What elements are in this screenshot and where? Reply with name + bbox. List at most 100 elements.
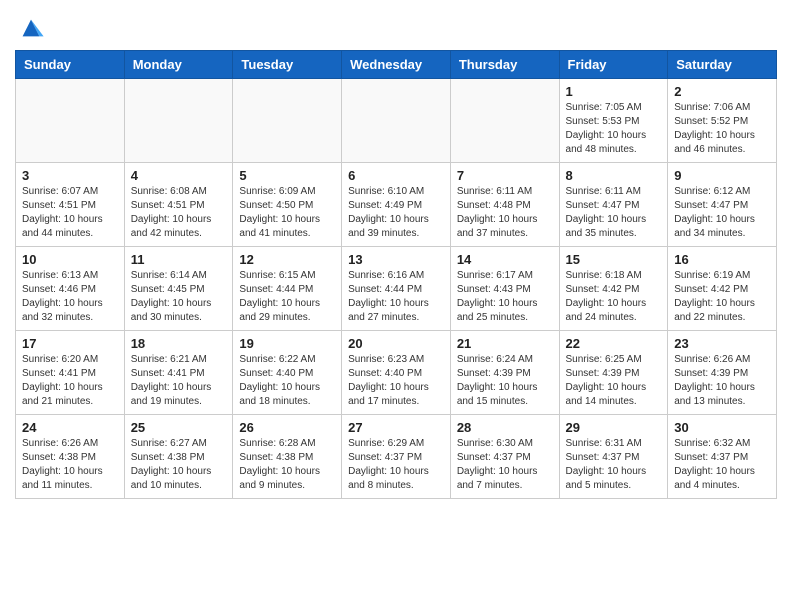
day-number: 3 xyxy=(22,168,118,183)
day-info: Sunrise: 6:08 AM Sunset: 4:51 PM Dayligh… xyxy=(131,185,227,241)
day-number: 26 xyxy=(239,420,335,435)
calendar-cell xyxy=(233,79,342,163)
day-info: Sunrise: 7:05 AM Sunset: 5:53 PM Dayligh… xyxy=(566,101,662,157)
day-number: 20 xyxy=(348,336,444,351)
calendar-cell: 27 Sunrise: 6:29 AM Sunset: 4:37 PM Dayli… xyxy=(342,415,451,499)
day-number: 28 xyxy=(457,420,553,435)
day-info: Sunrise: 6:22 AM Sunset: 4:40 PM Dayligh… xyxy=(239,353,335,409)
day-info: Sunrise: 6:10 AM Sunset: 4:49 PM Dayligh… xyxy=(348,185,444,241)
weekday-header-monday: Monday xyxy=(124,51,233,79)
calendar-cell xyxy=(16,79,125,163)
weekday-header-row: SundayMondayTuesdayWednesdayThursdayFrid… xyxy=(16,51,777,79)
calendar-cell: 11 Sunrise: 6:14 AM Sunset: 4:45 PM Dayli… xyxy=(124,247,233,331)
calendar-cell: 6 Sunrise: 6:10 AM Sunset: 4:49 PM Daylig… xyxy=(342,163,451,247)
calendar-cell: 20 Sunrise: 6:23 AM Sunset: 4:40 PM Dayli… xyxy=(342,331,451,415)
day-number: 7 xyxy=(457,168,553,183)
calendar-cell: 12 Sunrise: 6:15 AM Sunset: 4:44 PM Dayli… xyxy=(233,247,342,331)
day-info: Sunrise: 6:09 AM Sunset: 4:50 PM Dayligh… xyxy=(239,185,335,241)
day-info: Sunrise: 6:20 AM Sunset: 4:41 PM Dayligh… xyxy=(22,353,118,409)
calendar: SundayMondayTuesdayWednesdayThursdayFrid… xyxy=(15,50,777,499)
day-number: 17 xyxy=(22,336,118,351)
calendar-cell: 19 Sunrise: 6:22 AM Sunset: 4:40 PM Dayli… xyxy=(233,331,342,415)
logo xyxy=(15,14,45,42)
calendar-cell: 2Sunrise: 7:06 AM Sunset: 5:52 PM Daylig… xyxy=(668,79,777,163)
calendar-cell xyxy=(450,79,559,163)
logo-icon xyxy=(17,14,45,42)
day-number: 30 xyxy=(674,420,770,435)
day-info: Sunrise: 6:07 AM Sunset: 4:51 PM Dayligh… xyxy=(22,185,118,241)
day-number: 2 xyxy=(674,84,770,99)
day-info: Sunrise: 6:12 AM Sunset: 4:47 PM Dayligh… xyxy=(674,185,770,241)
calendar-week-5: 24Sunrise: 6:26 AM Sunset: 4:38 PM Dayli… xyxy=(16,415,777,499)
calendar-cell: 8Sunrise: 6:11 AM Sunset: 4:47 PM Daylig… xyxy=(559,163,668,247)
day-number: 15 xyxy=(566,252,662,267)
day-number: 23 xyxy=(674,336,770,351)
day-info: Sunrise: 6:28 AM Sunset: 4:38 PM Dayligh… xyxy=(239,437,335,493)
weekday-header-friday: Friday xyxy=(559,51,668,79)
day-info: Sunrise: 6:14 AM Sunset: 4:45 PM Dayligh… xyxy=(131,269,227,325)
calendar-cell: 13 Sunrise: 6:16 AM Sunset: 4:44 PM Dayli… xyxy=(342,247,451,331)
calendar-week-4: 17 Sunrise: 6:20 AM Sunset: 4:41 PM Dayli… xyxy=(16,331,777,415)
day-info: Sunrise: 6:16 AM Sunset: 4:44 PM Dayligh… xyxy=(348,269,444,325)
day-number: 25 xyxy=(131,420,227,435)
day-info: Sunrise: 6:17 AM Sunset: 4:43 PM Dayligh… xyxy=(457,269,553,325)
calendar-cell: 18 Sunrise: 6:21 AM Sunset: 4:41 PM Dayli… xyxy=(124,331,233,415)
day-info: Sunrise: 6:23 AM Sunset: 4:40 PM Dayligh… xyxy=(348,353,444,409)
calendar-cell: 26 Sunrise: 6:28 AM Sunset: 4:38 PM Dayli… xyxy=(233,415,342,499)
day-number: 11 xyxy=(131,252,227,267)
day-info: Sunrise: 6:15 AM Sunset: 4:44 PM Dayligh… xyxy=(239,269,335,325)
day-info: Sunrise: 6:29 AM Sunset: 4:37 PM Dayligh… xyxy=(348,437,444,493)
calendar-cell: 30 Sunrise: 6:32 AM Sunset: 4:37 PM Dayli… xyxy=(668,415,777,499)
day-number: 12 xyxy=(239,252,335,267)
calendar-cell: 15 Sunrise: 6:18 AM Sunset: 4:42 PM Dayli… xyxy=(559,247,668,331)
day-info: Sunrise: 6:13 AM Sunset: 4:46 PM Dayligh… xyxy=(22,269,118,325)
calendar-cell: 23Sunrise: 6:26 AM Sunset: 4:39 PM Dayli… xyxy=(668,331,777,415)
day-info: Sunrise: 6:18 AM Sunset: 4:42 PM Dayligh… xyxy=(566,269,662,325)
calendar-cell: 9 Sunrise: 6:12 AM Sunset: 4:47 PM Daylig… xyxy=(668,163,777,247)
weekday-header-sunday: Sunday xyxy=(16,51,125,79)
logo-text xyxy=(15,14,45,42)
day-info: Sunrise: 6:31 AM Sunset: 4:37 PM Dayligh… xyxy=(566,437,662,493)
weekday-header-tuesday: Tuesday xyxy=(233,51,342,79)
day-number: 14 xyxy=(457,252,553,267)
calendar-cell: 17 Sunrise: 6:20 AM Sunset: 4:41 PM Dayli… xyxy=(16,331,125,415)
calendar-week-1: 1 Sunrise: 7:05 AM Sunset: 5:53 PM Daylig… xyxy=(16,79,777,163)
day-number: 22 xyxy=(566,336,662,351)
day-number: 13 xyxy=(348,252,444,267)
day-number: 8 xyxy=(566,168,662,183)
day-info: Sunrise: 6:24 AM Sunset: 4:39 PM Dayligh… xyxy=(457,353,553,409)
day-info: Sunrise: 6:19 AM Sunset: 4:42 PM Dayligh… xyxy=(674,269,770,325)
header xyxy=(15,10,777,42)
day-number: 24 xyxy=(22,420,118,435)
calendar-cell: 16 Sunrise: 6:19 AM Sunset: 4:42 PM Dayli… xyxy=(668,247,777,331)
day-info: Sunrise: 6:11 AM Sunset: 4:48 PM Dayligh… xyxy=(457,185,553,241)
day-number: 1 xyxy=(566,84,662,99)
day-number: 9 xyxy=(674,168,770,183)
day-number: 27 xyxy=(348,420,444,435)
calendar-cell: 4 Sunrise: 6:08 AM Sunset: 4:51 PM Daylig… xyxy=(124,163,233,247)
day-number: 6 xyxy=(348,168,444,183)
day-number: 4 xyxy=(131,168,227,183)
weekday-header-thursday: Thursday xyxy=(450,51,559,79)
calendar-week-2: 3 Sunrise: 6:07 AM Sunset: 4:51 PM Daylig… xyxy=(16,163,777,247)
day-number: 16 xyxy=(674,252,770,267)
calendar-cell: 21 Sunrise: 6:24 AM Sunset: 4:39 PM Dayli… xyxy=(450,331,559,415)
day-number: 19 xyxy=(239,336,335,351)
day-info: Sunrise: 6:27 AM Sunset: 4:38 PM Dayligh… xyxy=(131,437,227,493)
calendar-cell: 28Sunrise: 6:30 AM Sunset: 4:37 PM Dayli… xyxy=(450,415,559,499)
calendar-cell: 3 Sunrise: 6:07 AM Sunset: 4:51 PM Daylig… xyxy=(16,163,125,247)
weekday-header-wednesday: Wednesday xyxy=(342,51,451,79)
day-info: Sunrise: 6:21 AM Sunset: 4:41 PM Dayligh… xyxy=(131,353,227,409)
calendar-cell: 29Sunrise: 6:31 AM Sunset: 4:37 PM Dayli… xyxy=(559,415,668,499)
day-info: Sunrise: 6:32 AM Sunset: 4:37 PM Dayligh… xyxy=(674,437,770,493)
day-info: Sunrise: 6:25 AM Sunset: 4:39 PM Dayligh… xyxy=(566,353,662,409)
calendar-cell: 14 Sunrise: 6:17 AM Sunset: 4:43 PM Dayli… xyxy=(450,247,559,331)
calendar-cell: 24Sunrise: 6:26 AM Sunset: 4:38 PM Dayli… xyxy=(16,415,125,499)
calendar-cell: 1 Sunrise: 7:05 AM Sunset: 5:53 PM Daylig… xyxy=(559,79,668,163)
day-number: 18 xyxy=(131,336,227,351)
day-number: 21 xyxy=(457,336,553,351)
calendar-header: SundayMondayTuesdayWednesdayThursdayFrid… xyxy=(16,51,777,79)
day-number: 5 xyxy=(239,168,335,183)
calendar-week-3: 10Sunrise: 6:13 AM Sunset: 4:46 PM Dayli… xyxy=(16,247,777,331)
calendar-cell xyxy=(342,79,451,163)
